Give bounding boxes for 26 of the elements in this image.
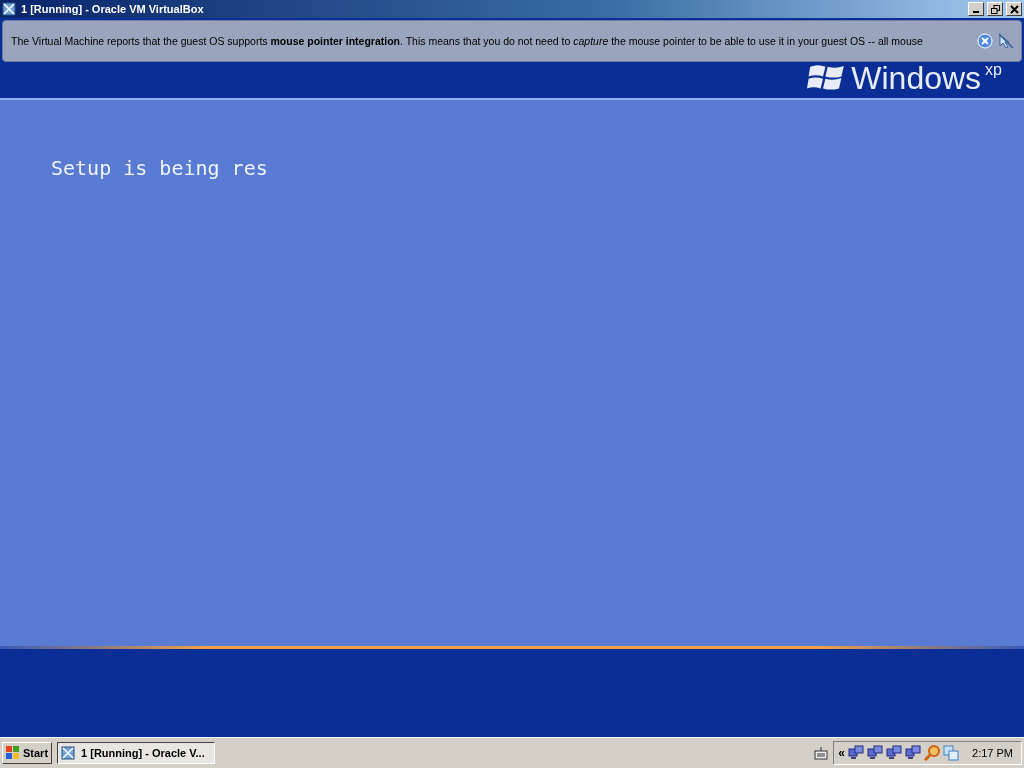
close-icon xyxy=(1009,4,1019,14)
network-icon[interactable] xyxy=(848,745,865,761)
network-icon[interactable] xyxy=(886,745,903,761)
minimize-button[interactable] xyxy=(968,2,984,16)
virtualbox-icon xyxy=(2,1,18,17)
network-icon[interactable] xyxy=(867,745,884,761)
notification-message: The Virtual Machine reports that the guest OS supports mouse pointer integration. This means that you do not need to capture the mouse pointer to be able to use it in your guest OS -- all mouse xyxy=(11,35,924,47)
magnifier-icon[interactable] xyxy=(924,745,941,761)
taskbar-button[interactable]: 1 [Running] - Oracle V... xyxy=(57,742,216,764)
mouse-off-icon[interactable] xyxy=(997,33,1015,49)
tray-expand-button[interactable]: « xyxy=(838,746,846,760)
network-icon[interactable] xyxy=(905,745,922,761)
clock: 2:17 PM xyxy=(972,747,1013,759)
windows-icon[interactable] xyxy=(943,745,960,761)
edition-text: xp xyxy=(985,62,1002,78)
window-title: 1 [Running] - Oracle VM VirtualBox xyxy=(21,3,205,15)
close-button[interactable] xyxy=(1006,2,1022,16)
virtualbox-icon xyxy=(61,745,78,761)
restore-button[interactable] xyxy=(987,2,1003,16)
windows-flag-icon xyxy=(6,746,20,760)
restore-icon xyxy=(990,4,1000,14)
setup-message: Setup is being res xyxy=(51,156,269,180)
start-button[interactable]: Start xyxy=(2,742,53,764)
close-icon[interactable] xyxy=(977,33,993,49)
windows-logo-text: Windows xyxy=(851,62,982,94)
keyboard-icon[interactable] xyxy=(814,746,829,760)
